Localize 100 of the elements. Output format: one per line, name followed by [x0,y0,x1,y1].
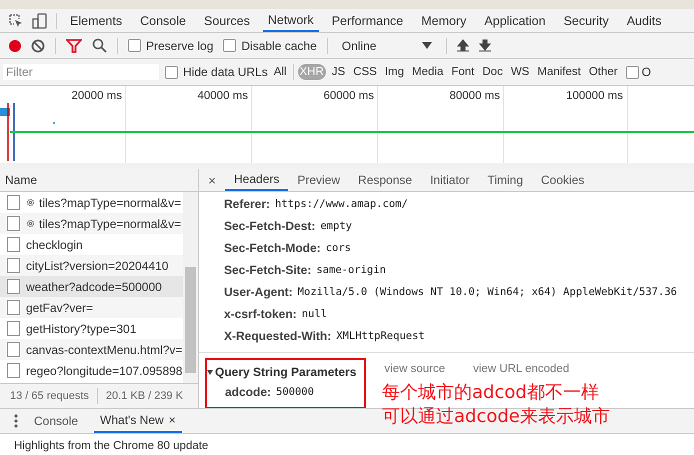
panel-tab[interactable]: Elements [65,9,128,32]
request-name: getHistory?type=301 [26,322,136,336]
more-icon[interactable] [14,414,18,428]
time-tick: 60000 ms [322,90,374,102]
download-icon[interactable] [478,39,491,52]
search-icon[interactable] [92,38,107,53]
header-value: null [302,308,327,320]
annotation-text: 每个城市的adcod都不一样 [382,381,600,405]
request-name: weather?adcode=500000 [26,280,162,294]
request-row[interactable]: getFav?ver= [0,297,183,318]
time-tick: 80000 ms [448,90,500,102]
panel-tab[interactable]: Console [135,9,191,32]
param-value: 500000 [276,386,314,398]
panel-tab[interactable]: Performance [326,9,408,32]
panel-tab[interactable]: Application [479,9,551,32]
type-filter[interactable]: Manifest [535,64,583,80]
section-toggle[interactable]: Query String Parameters [207,363,356,381]
detail-tab[interactable]: Response [349,169,422,191]
view-link[interactable]: view URL encoded [473,363,570,375]
upload-icon[interactable] [456,39,469,52]
header-name: x-csrf-token: [224,307,297,321]
checkbox-label: Preserve log [146,38,214,52]
column-header: Name [0,169,198,192]
request-name: cityList?version=20204410 [26,258,168,272]
file-icon [7,195,20,210]
type-filter[interactable]: All [272,64,288,80]
panel-tab[interactable]: Audits [622,9,666,32]
checkbox[interactable] [165,66,178,78]
checkbox-label: Disable cache [241,38,317,52]
type-filter[interactable]: JS [330,64,348,80]
checkbox-label: O [642,65,651,79]
request-name: getFav?ver= [26,300,94,314]
request-name: checklogin [26,238,83,252]
file-icon [7,363,20,378]
header-value: https://www.amap.com/ [275,198,408,210]
gear-icon [26,219,35,228]
type-filter[interactable]: CSS [351,64,379,80]
request-row[interactable]: weather?adcode=500000 [0,276,183,297]
type-filter[interactable]: Media [410,64,446,80]
detail-tab[interactable]: Initiator [421,169,478,191]
header-value: same-origin [316,264,386,276]
detail-tab[interactable]: Cookies [532,169,594,191]
file-icon [7,279,20,294]
type-filter[interactable]: Font [449,64,476,80]
header-name: User-Agent: [224,285,293,299]
type-filter[interactable]: Other [586,64,620,80]
detail-tab[interactable]: Preview [288,169,350,191]
header-value: cors [326,242,351,254]
detail-tab[interactable]: Timing [478,169,532,191]
request-name: canvas-contextMenu.html?v= [26,342,182,356]
checkbox[interactable] [128,39,141,52]
filter-icon[interactable] [66,38,82,52]
type-filter[interactable]: WS [508,64,532,80]
device-icon[interactable] [32,12,48,28]
panel-tab[interactable]: Security [558,9,614,32]
gear-icon [26,198,35,207]
header-name: Referer: [224,197,270,211]
request-name: regeo?longitude=107.095898 [26,364,182,378]
checkbox[interactable] [626,66,639,78]
time-tick: 20000 ms [70,90,122,102]
file-icon [7,216,20,231]
transfer-size: 20.1 KB / 239 K [106,390,183,402]
file-icon [7,258,20,273]
request-row[interactable]: tiles?mapType=normal&v= [0,213,183,234]
header-value: XMLHttpRequest [336,330,425,342]
header-value: empty [320,220,352,232]
clear-icon[interactable] [31,38,45,52]
close-button[interactable]: × [199,172,225,188]
request-name: tiles?mapType=normal&v= [39,216,182,230]
checkbox[interactable] [223,39,236,52]
scrollbar[interactable] [183,192,198,383]
time-tick: 40000 ms [196,90,248,102]
whats-new-text: Highlights from the Chrome 80 update [13,439,210,454]
header-value: Mozilla/5.0 (Windows NT 10.0; Win64; x64) AppleWebKit/537.36 [298,286,677,298]
request-row[interactable]: canvas-contextMenu.html?v= [0,339,183,360]
request-row[interactable]: cityList?version=20204410 [0,255,183,276]
annotation-text: 可以通过adcode来表示城市 [382,405,610,429]
detail-tab[interactable]: Headers [225,169,288,191]
section-title: Query String Parameters [215,365,356,379]
request-name: tiles?mapType=normal&v= [39,196,182,210]
type-filter[interactable]: Img [382,64,406,80]
filter-field[interactable]: Filter [3,64,159,80]
header-name: X-Requested-With: [224,329,332,343]
param-name: adcode: [225,385,272,399]
type-filter[interactable]: Doc [480,64,505,80]
checkbox-label: Hide data URLs [183,65,268,79]
drawer-tab[interactable]: Console [28,409,84,433]
record-button[interactable] [9,40,21,52]
panel-tab[interactable]: Memory [416,9,472,32]
header-name: Sec-Fetch-Mode: [224,241,321,255]
view-link[interactable]: view source [384,363,446,375]
file-icon [7,237,20,252]
file-icon [7,342,20,357]
file-icon [7,300,20,315]
throttling-dropdown[interactable]: Online [338,38,436,52]
file-icon [7,321,20,336]
panel-tab[interactable]: Sources [198,9,255,32]
inspect-icon[interactable] [8,12,24,28]
request-count: 13 / 65 requests [10,390,89,402]
drawer-tab[interactable]: What's New × [94,409,182,433]
